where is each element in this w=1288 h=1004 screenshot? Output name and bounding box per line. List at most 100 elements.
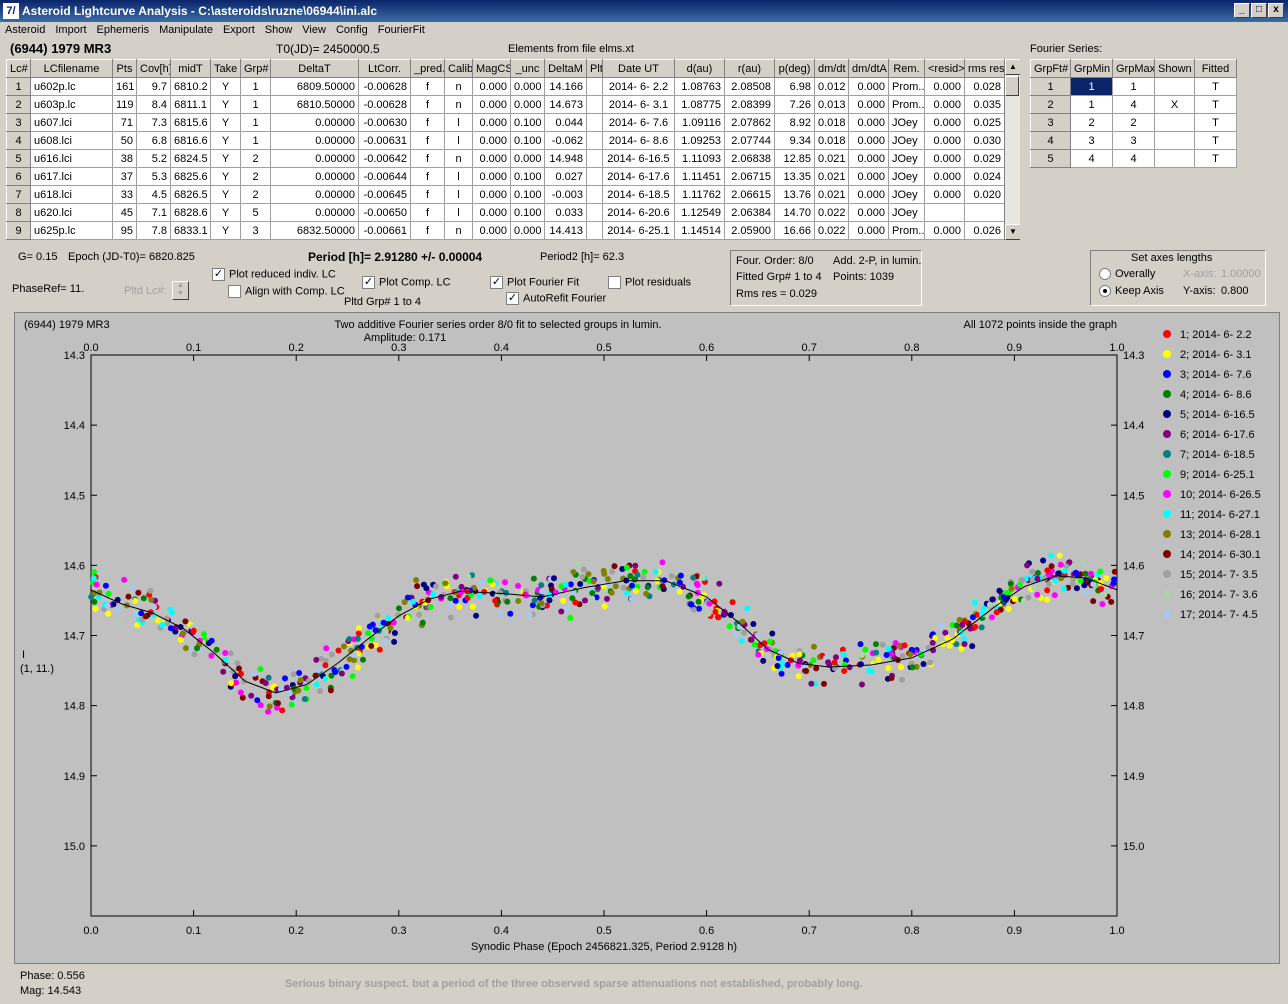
y-tick-label-right: 14.9 bbox=[1123, 771, 1144, 783]
data-point bbox=[796, 651, 803, 658]
data-point bbox=[1011, 596, 1018, 603]
chart-corner-left: (6944) 1979 MR3 bbox=[24, 319, 110, 331]
data-point bbox=[589, 595, 596, 602]
data-point bbox=[695, 598, 702, 605]
data-point bbox=[888, 675, 895, 681]
mag-readout: Mag: 14.543 bbox=[20, 985, 82, 997]
data-point bbox=[640, 574, 647, 581]
data-point bbox=[677, 572, 684, 579]
data-point bbox=[1046, 580, 1052, 587]
data-point bbox=[151, 603, 158, 610]
data-point bbox=[741, 629, 747, 636]
data-point bbox=[840, 651, 847, 658]
y-tick-label-right: 14.4 bbox=[1123, 420, 1144, 432]
data-point bbox=[690, 574, 697, 581]
data-point bbox=[110, 601, 117, 608]
data-point bbox=[312, 672, 319, 679]
data-point bbox=[105, 610, 112, 617]
data-point bbox=[140, 595, 147, 602]
data-point bbox=[351, 652, 358, 659]
data-point bbox=[624, 590, 630, 597]
data-point bbox=[685, 593, 692, 600]
data-point bbox=[282, 675, 288, 682]
data-point bbox=[142, 613, 149, 620]
data-point bbox=[504, 598, 511, 605]
x-tick-label-top: 0.0 bbox=[83, 342, 98, 354]
data-point bbox=[858, 652, 865, 659]
data-point bbox=[569, 595, 576, 602]
data-point bbox=[604, 576, 611, 583]
data-point bbox=[705, 610, 712, 617]
data-point bbox=[899, 676, 905, 683]
data-point bbox=[676, 588, 683, 595]
legend-marker bbox=[1163, 530, 1171, 538]
data-point bbox=[374, 612, 381, 619]
data-point bbox=[585, 571, 592, 578]
legend-label: 1; 2014- 6- 2.2 bbox=[1180, 329, 1252, 341]
data-point bbox=[200, 631, 207, 638]
y-tick-label: 14.9 bbox=[64, 771, 85, 783]
data-point bbox=[194, 645, 200, 652]
data-point bbox=[155, 617, 162, 624]
data-point bbox=[1061, 585, 1067, 592]
data-point bbox=[1020, 597, 1027, 604]
data-point bbox=[959, 621, 966, 628]
data-point bbox=[327, 687, 334, 694]
x-tick-label: 0.0 bbox=[83, 925, 98, 937]
data-point bbox=[125, 593, 132, 600]
data-point bbox=[401, 599, 408, 606]
data-point bbox=[182, 618, 189, 625]
data-point bbox=[376, 646, 383, 653]
data-point bbox=[641, 568, 648, 575]
data-point bbox=[266, 703, 273, 710]
data-point bbox=[1031, 584, 1038, 591]
data-point bbox=[738, 638, 745, 644]
data-point bbox=[909, 664, 916, 671]
data-point bbox=[507, 610, 514, 617]
data-point bbox=[328, 651, 335, 658]
data-point bbox=[988, 614, 995, 621]
data-point bbox=[1077, 577, 1084, 584]
y-tick-label: 14.6 bbox=[64, 560, 85, 572]
data-point bbox=[765, 652, 772, 659]
data-point bbox=[177, 636, 184, 643]
data-point bbox=[503, 589, 510, 596]
lightcurve-chart[interactable]: (6944) 1979 MR3 Two additive Fourier ser… bbox=[0, 0, 1288, 1004]
data-point bbox=[803, 667, 809, 674]
data-point bbox=[262, 680, 269, 687]
data-point bbox=[147, 616, 154, 623]
data-point bbox=[92, 606, 99, 612]
phase-readout: Phase: 0.556 bbox=[20, 970, 85, 982]
data-point bbox=[1040, 557, 1047, 564]
data-point bbox=[515, 598, 522, 604]
data-point bbox=[841, 668, 848, 674]
data-point bbox=[589, 590, 596, 597]
data-point bbox=[396, 605, 402, 612]
data-point bbox=[297, 677, 304, 684]
data-point bbox=[382, 637, 389, 644]
data-point bbox=[969, 614, 976, 621]
data-point bbox=[1111, 576, 1118, 583]
data-point bbox=[265, 708, 272, 715]
data-point bbox=[332, 669, 339, 675]
data-point bbox=[481, 588, 488, 595]
data-point bbox=[456, 604, 463, 610]
data-point bbox=[899, 653, 906, 660]
data-point bbox=[953, 622, 960, 629]
data-point bbox=[1088, 570, 1094, 577]
data-point bbox=[257, 666, 264, 672]
data-point bbox=[611, 563, 618, 570]
data-point bbox=[132, 611, 139, 618]
data-point bbox=[1061, 567, 1068, 574]
data-point bbox=[632, 562, 639, 569]
data-point bbox=[538, 600, 545, 607]
data-point bbox=[1097, 568, 1104, 575]
data-point bbox=[808, 680, 815, 687]
data-point bbox=[938, 623, 944, 630]
data-point bbox=[942, 629, 949, 636]
data-point bbox=[182, 645, 189, 652]
data-point bbox=[562, 581, 569, 588]
data-point bbox=[191, 651, 198, 658]
y-tick-label-right: 14.7 bbox=[1123, 631, 1144, 643]
data-point bbox=[458, 583, 465, 590]
